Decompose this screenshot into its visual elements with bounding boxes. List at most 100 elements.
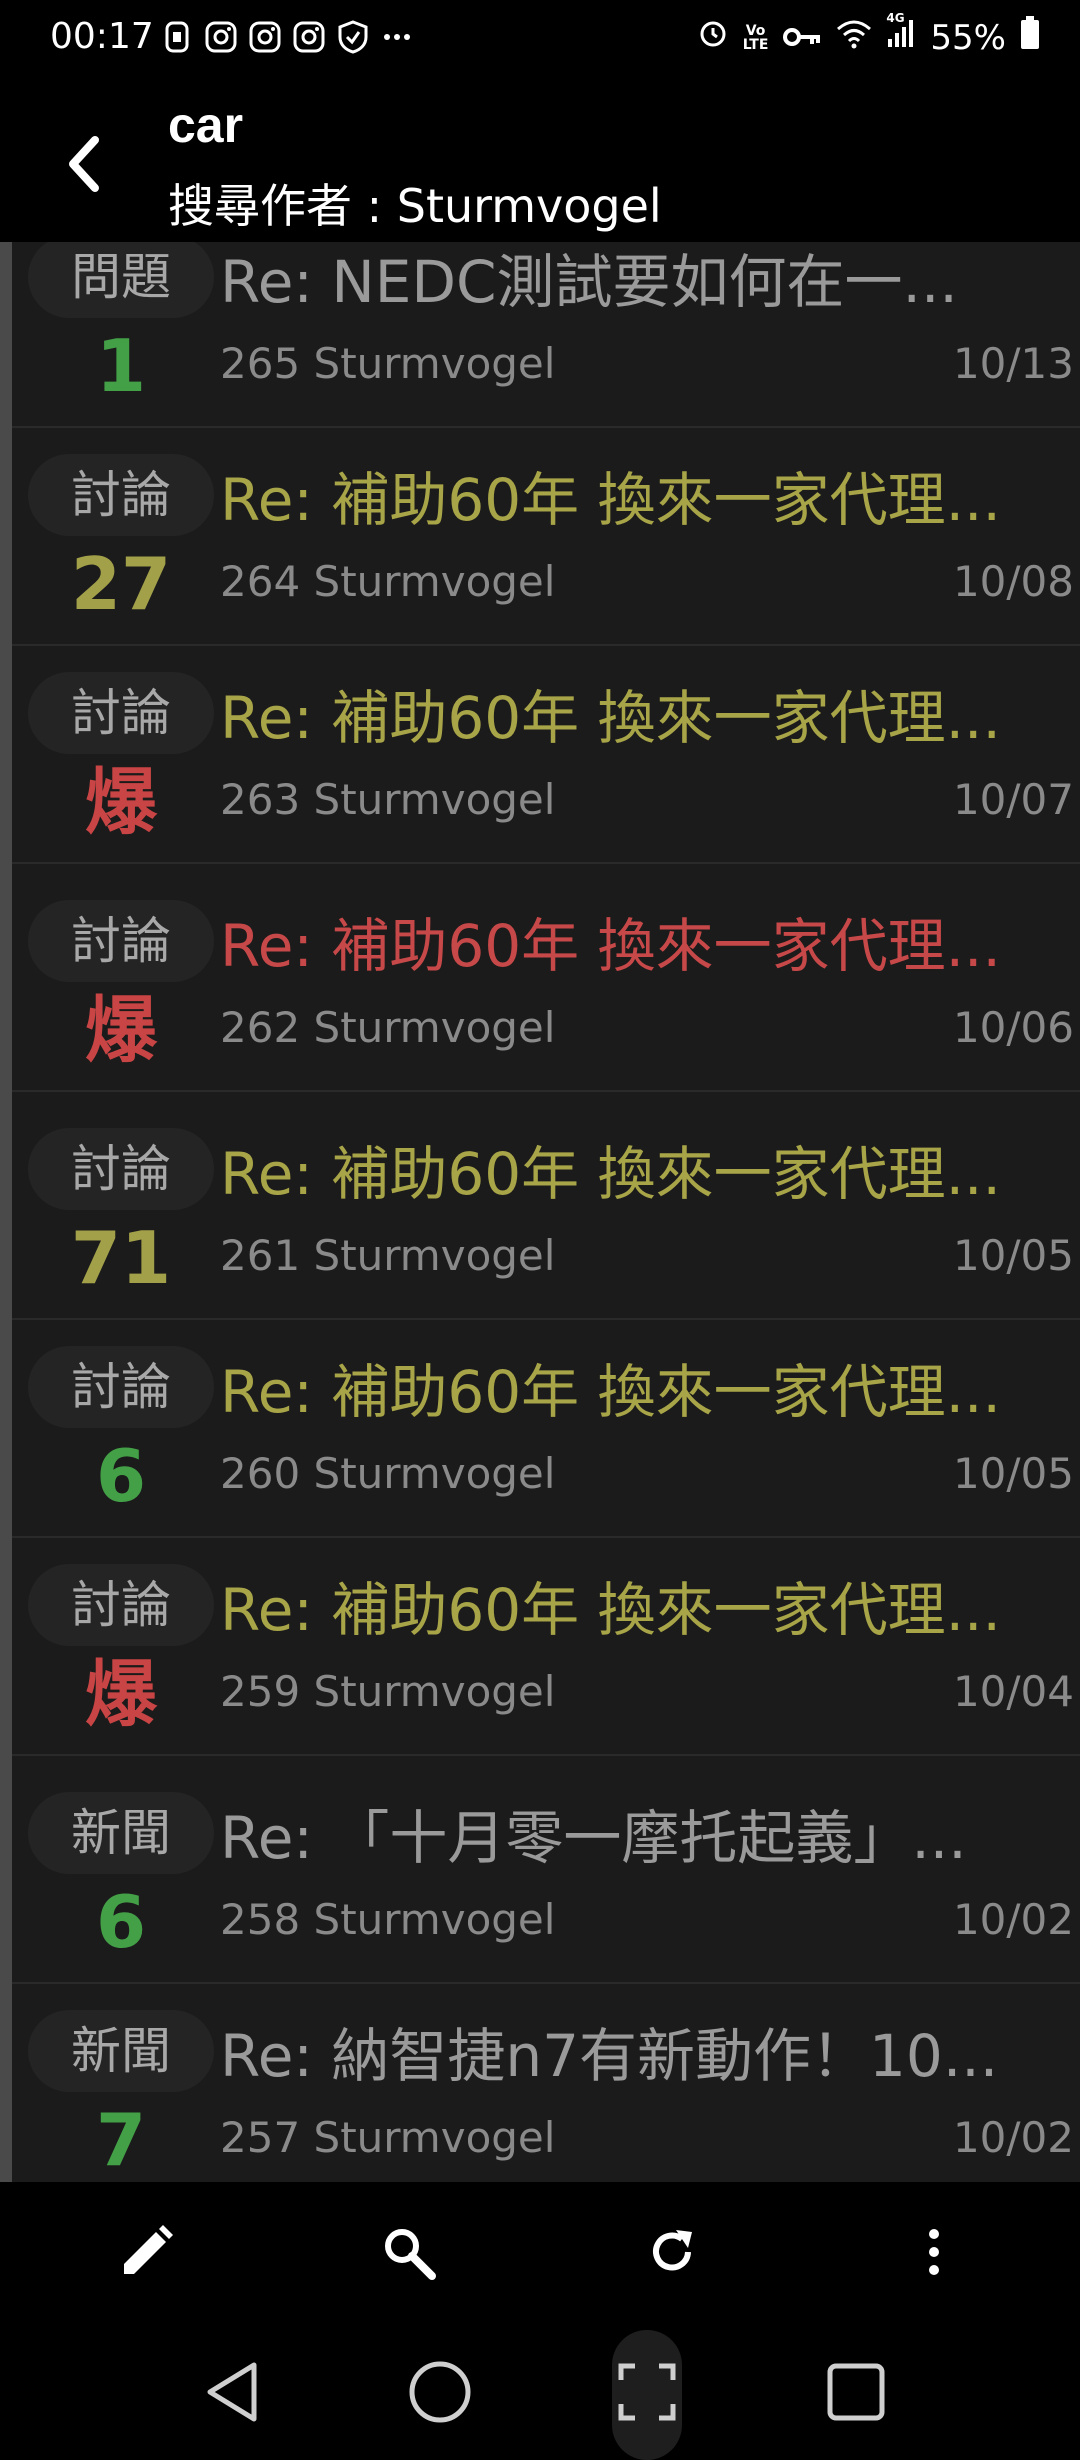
post-meta: 259 Sturmvogel [220,1662,555,1722]
nav-recents-button[interactable] [806,2342,906,2442]
post-title: Re: 補助60年 換來一家代理... [220,1358,1001,1426]
status-bar: 00:17 Vo LTE 4G 55% [0,0,1080,80]
battery-icon [1020,16,1040,59]
post-author: Sturmvogel [313,2113,556,2162]
post-title: Re: 補助60年 換來一家代理... [220,466,1001,534]
post-category-badge: 問題 [28,242,214,318]
search-button[interactable] [368,2212,448,2292]
post-number: 263 [220,775,301,824]
home-circle-icon [409,2361,471,2423]
nav-home-button[interactable] [390,2342,490,2442]
more-options-button[interactable] [894,2212,974,2292]
post-push-count: 6 [95,1434,147,1518]
status-system-icons: Vo LTE 4G 55% [697,11,1040,59]
post-number: 258 [220,1895,301,1944]
wifi-icon [836,18,872,58]
post-category-badge: 討論 [28,900,214,982]
post-meta: 263 Sturmvogel [220,770,555,830]
post-push-count: 6 [95,1880,147,1964]
post-title: Re: 「十月零一摩托起義」... [220,1804,967,1872]
post-meta: 257 Sturmvogel [220,2108,555,2168]
post-date: 10/08 [952,557,1074,606]
post-row[interactable]: 新聞 7 Re: 納智捷n7有新動作！10... 257 Sturmvogel 10/0… [12,1986,1080,2182]
b-icon [160,20,194,54]
post-date: 10/02 [952,1895,1074,1944]
chevron-left-icon [69,136,99,192]
post-author: Sturmvogel [313,1667,556,1716]
post-title: Re: 納智捷n7有新動作！10... [220,2022,999,2090]
post-author: Sturmvogel [313,1449,556,1498]
recents-square-icon [827,2363,885,2421]
post-title: Re: NEDC測試要如何在一... [220,248,958,316]
post-number: 264 [220,557,301,606]
instagram-icon [248,20,282,54]
post-number: 265 [220,339,301,388]
post-date: 10/02 [952,2113,1074,2162]
post-row[interactable]: 討論爆 Re: 補助60年 換來一家代理... 259 Sturmvogel 10/0… [12,1540,1080,1756]
post-meta: 262 Sturmvogel [220,998,555,1058]
post-author: Sturmvogel [313,339,556,388]
more-dots-icon [380,20,414,54]
post-title: Re: 補助60年 換來一家代理... [220,912,1001,980]
post-author: Sturmvogel [313,557,556,606]
post-category-badge: 討論 [28,454,214,536]
instagram-icon [292,20,326,54]
post-author: Sturmvogel [313,1231,556,1280]
post-category-badge: 新聞 [28,2010,214,2092]
status-time: 00:17 [50,16,154,57]
search-author-subtitle: 搜尋作者 : Sturmvogel [168,179,662,233]
refresh-button[interactable] [632,2212,712,2292]
scrollbar[interactable] [0,242,12,2182]
board-title: car [168,97,244,153]
pencil-icon [124,2225,173,2274]
post-date: 10/13 [952,339,1074,388]
bottom-toolbar [0,2182,1080,2322]
post-push-count: 爆 [84,988,157,1072]
more-vert-icon [929,2229,939,2275]
post-title: Re: 補助60年 換來一家代理... [220,1140,1001,1208]
screenshot-frame-icon [618,2363,676,2421]
post-row[interactable]: 新聞 6 Re: 「十月零一摩托起義」... 258 Sturmvogel 10/02 [12,1768,1080,1984]
signal-icon: 4G [886,11,916,58]
app-bar: car 搜尋作者 : Sturmvogel [0,80,1080,242]
back-button[interactable] [44,124,124,204]
post-category-badge: 新聞 [28,1792,214,1874]
post-list[interactable]: 問題 1 Re: NEDC測試要如何在一... 265 Sturmvogel 10/13… [0,242,1080,2182]
battery-percent: 55% [930,17,1006,58]
post-author: Sturmvogel [313,1895,556,1944]
post-row[interactable]: 問題 1 Re: NEDC測試要如何在一... 265 Sturmvogel 10/13 [12,242,1080,428]
volte-icon: Vo LTE [742,22,769,53]
post-row[interactable]: 討論 6 Re: 補助60年 換來一家代理... 260 Sturmvogel 10/0… [12,1322,1080,1538]
post-category-badge: 討論 [28,1346,214,1428]
post-number: 260 [220,1449,301,1498]
post-author: Sturmvogel [313,1003,556,1052]
alarm-icon [697,17,729,58]
post-push-count: 7 [95,2098,147,2182]
post-row[interactable]: 討論 27 Re: 補助60年 換來一家代理... 264 Sturmvogel 10/… [12,430,1080,646]
post-date: 10/06 [952,1003,1074,1052]
post-push-count: 71 [70,1216,172,1300]
nav-screenshot-button[interactable] [597,2342,697,2442]
post-row[interactable]: 討論爆 Re: 補助60年 換來一家代理... 262 Sturmvogel 10/0… [12,876,1080,1092]
post-date: 10/05 [952,1449,1074,1498]
post-meta: 258 Sturmvogel [220,1890,555,1950]
search-icon [385,2229,436,2280]
post-date: 10/07 [952,775,1074,824]
nav-back-button[interactable] [182,2342,282,2442]
post-date: 10/04 [952,1667,1074,1716]
post-row[interactable]: 討論爆 Re: 補助60年 換來一家代理... 263 Sturmvogel 10/0… [12,648,1080,864]
post-author: Sturmvogel [313,775,556,824]
post-meta: 260 Sturmvogel [220,1444,555,1504]
post-category-badge: 討論 [28,672,214,754]
post-row[interactable]: 討論 71 Re: 補助60年 換來一家代理... 261 Sturmvogel 10/… [12,1104,1080,1320]
post-category-badge: 討論 [28,1128,214,1210]
key-icon [782,18,822,58]
post-title: Re: 補助60年 換來一家代理... [220,684,1001,752]
compose-button[interactable] [106,2212,186,2292]
instagram-icon [204,20,238,54]
post-meta: 261 Sturmvogel [220,1226,555,1286]
post-meta: 265 Sturmvogel [220,334,555,394]
shield-check-icon [336,20,370,54]
system-nav-bar [0,2322,1080,2460]
post-number: 257 [220,2113,301,2162]
